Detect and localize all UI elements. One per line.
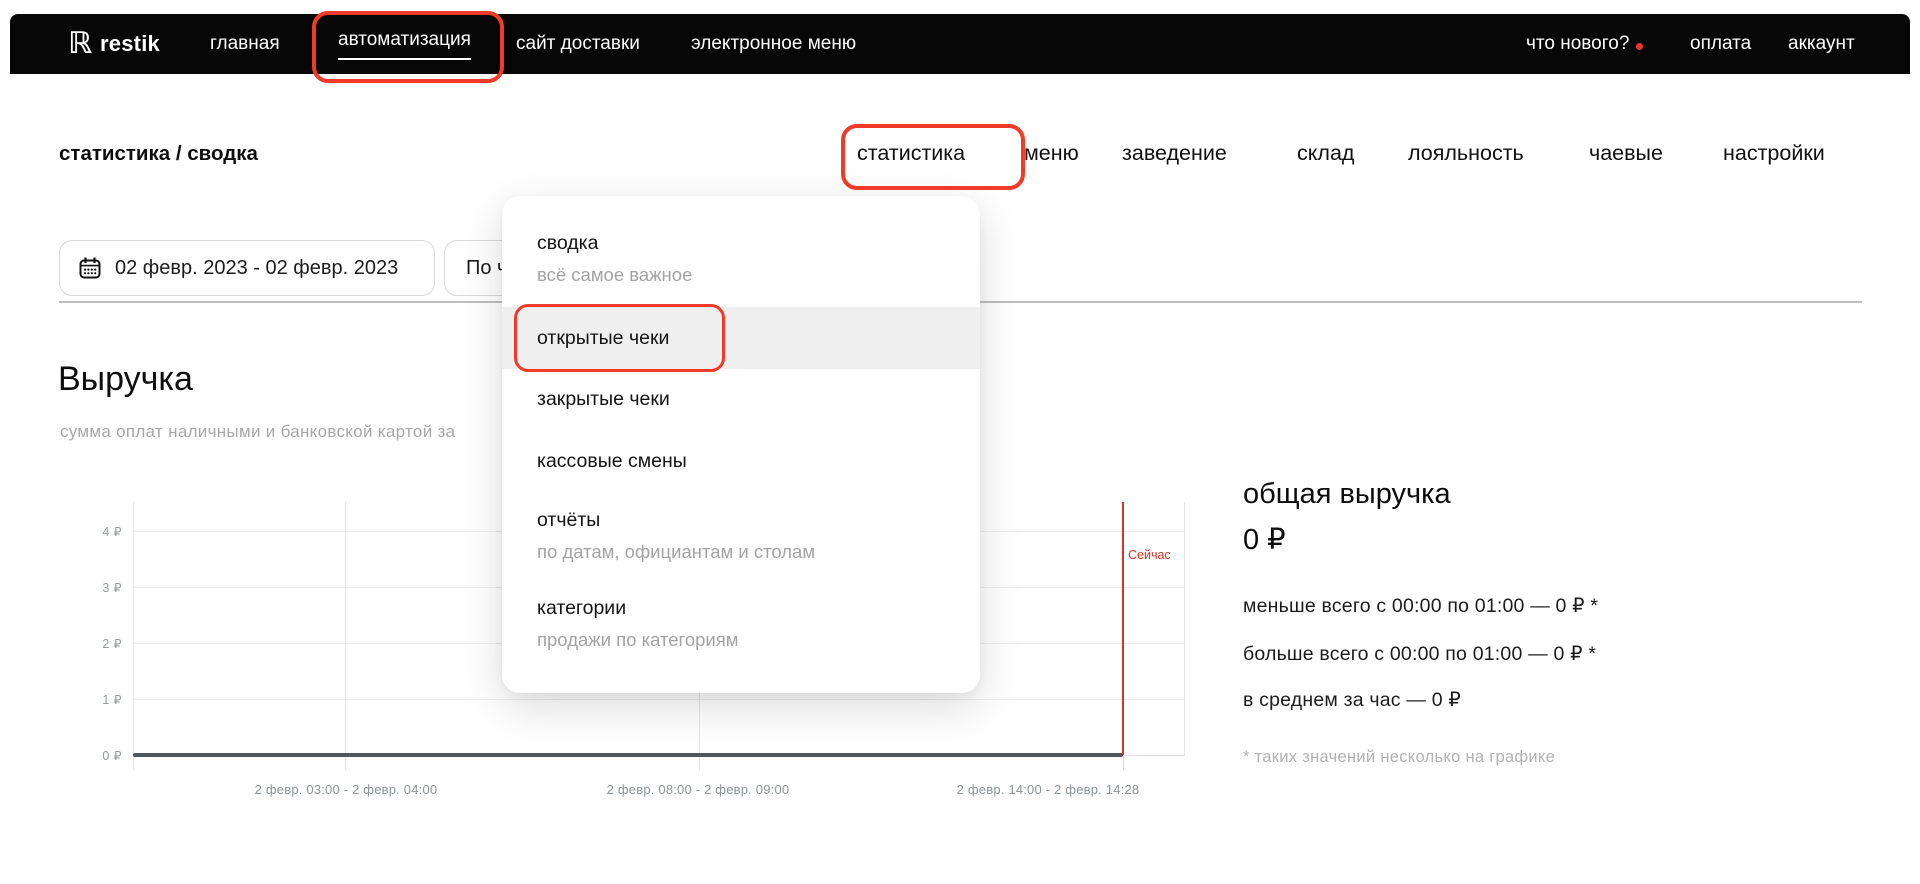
restik-logo-icon: ℝ: [68, 29, 92, 59]
date-range-button[interactable]: 02 февр. 2023 - 02 февр. 2023: [59, 240, 435, 296]
whats-new-notification-dot: [1636, 43, 1643, 50]
summary-min-line: меньше всего с 00:00 по 01:00 — 0 ₽ *: [1243, 594, 1598, 618]
nav-item-electronic-menu[interactable]: электронное меню: [691, 14, 856, 74]
logo[interactable]: ℝ restik: [68, 14, 160, 74]
secondary-nav-settings[interactable]: настройки: [1723, 141, 1825, 166]
y-axis-tick: 1 ₽: [72, 692, 122, 707]
dropdown-item-summary[interactable]: сводка: [537, 232, 599, 255]
dropdown-item-reports-subtitle: по датам, официантам и столам: [537, 541, 815, 563]
revenue-series-line: [133, 753, 1123, 757]
now-marker-line: [1122, 502, 1124, 755]
gridline-horizontal: [133, 699, 1185, 700]
secondary-nav-tips[interactable]: чаевые: [1589, 141, 1663, 166]
breadcrumb: статистика / сводка: [59, 142, 258, 166]
revenue-section-subtitle: сумма оплат наличными и банковской карто…: [60, 422, 455, 442]
y-axis-tick: 0 ₽: [72, 748, 122, 763]
y-axis-tick: 4 ₽: [72, 524, 122, 539]
secondary-nav-stock[interactable]: склад: [1297, 141, 1354, 166]
nav-item-main[interactable]: главная: [210, 14, 280, 74]
nav-item-payment[interactable]: оплата: [1690, 14, 1751, 74]
nav-item-automation[interactable]: автоматизация: [338, 14, 471, 74]
nav-item-delivery-site[interactable]: сайт доставки: [516, 14, 640, 74]
revenue-section-title: Выручка: [58, 360, 193, 399]
screen: ℝ restik главная автоматизация сайт дост…: [0, 0, 1920, 884]
summary-footnote: * таких значений несколько на графике: [1243, 748, 1555, 767]
x-axis-line: [133, 755, 1185, 756]
top-navigation-bar: ℝ restik главная автоматизация сайт дост…: [10, 14, 1910, 74]
nav-item-account[interactable]: аккаунт: [1788, 14, 1855, 74]
gridline-vertical: [1184, 502, 1185, 755]
dropdown-item-open-checks-label[interactable]: открытые чеки: [537, 327, 669, 350]
x-axis-tick: 2 февр. 08:00 - 2 февр. 09:00: [548, 782, 848, 797]
dropdown-item-reports[interactable]: отчёты: [537, 509, 600, 532]
x-axis-tick: 2 февр. 03:00 - 2 февр. 04:00: [196, 782, 496, 797]
summary-max-line: больше всего с 00:00 по 01:00 — 0 ₽ *: [1243, 642, 1596, 666]
gridline-vertical: [345, 502, 346, 770]
calendar-icon: [78, 256, 102, 280]
dropdown-item-categories-subtitle: продажи по категориям: [537, 629, 739, 651]
y-axis-line: [133, 502, 134, 770]
nav-item-whats-new[interactable]: что нового?: [1526, 14, 1643, 74]
secondary-nav-statistics[interactable]: статистика: [857, 141, 965, 166]
secondary-nav-menu[interactable]: меню: [1024, 141, 1079, 166]
now-marker-tick: [1123, 756, 1124, 770]
logo-text: restik: [100, 31, 160, 57]
now-marker-label: Сейчас: [1128, 548, 1171, 562]
y-axis-tick: 2 ₽: [72, 636, 122, 651]
dropdown-item-categories[interactable]: категории: [537, 597, 626, 620]
total-revenue-value: 0 ₽: [1243, 522, 1286, 557]
statistics-dropdown-menu: сводка всё самое важное открытые чеки за…: [502, 196, 980, 693]
secondary-nav-loyalty[interactable]: лояльность: [1408, 141, 1524, 166]
summary-avg-line: в среднем за час — 0 ₽: [1243, 688, 1461, 712]
total-revenue-title: общая выручка: [1243, 478, 1451, 511]
dropdown-item-cash-shifts[interactable]: кассовые смены: [537, 450, 687, 473]
dropdown-item-closed-checks[interactable]: закрытые чеки: [537, 388, 670, 411]
date-range-label: 02 февр. 2023 - 02 февр. 2023: [115, 257, 398, 280]
secondary-nav-venue[interactable]: заведение: [1122, 141, 1227, 166]
dropdown-item-summary-subtitle: всё самое важное: [537, 264, 692, 286]
y-axis-tick: 3 ₽: [72, 580, 122, 595]
x-axis-tick: 2 февр. 14:00 - 2 февр. 14:28: [898, 782, 1198, 797]
